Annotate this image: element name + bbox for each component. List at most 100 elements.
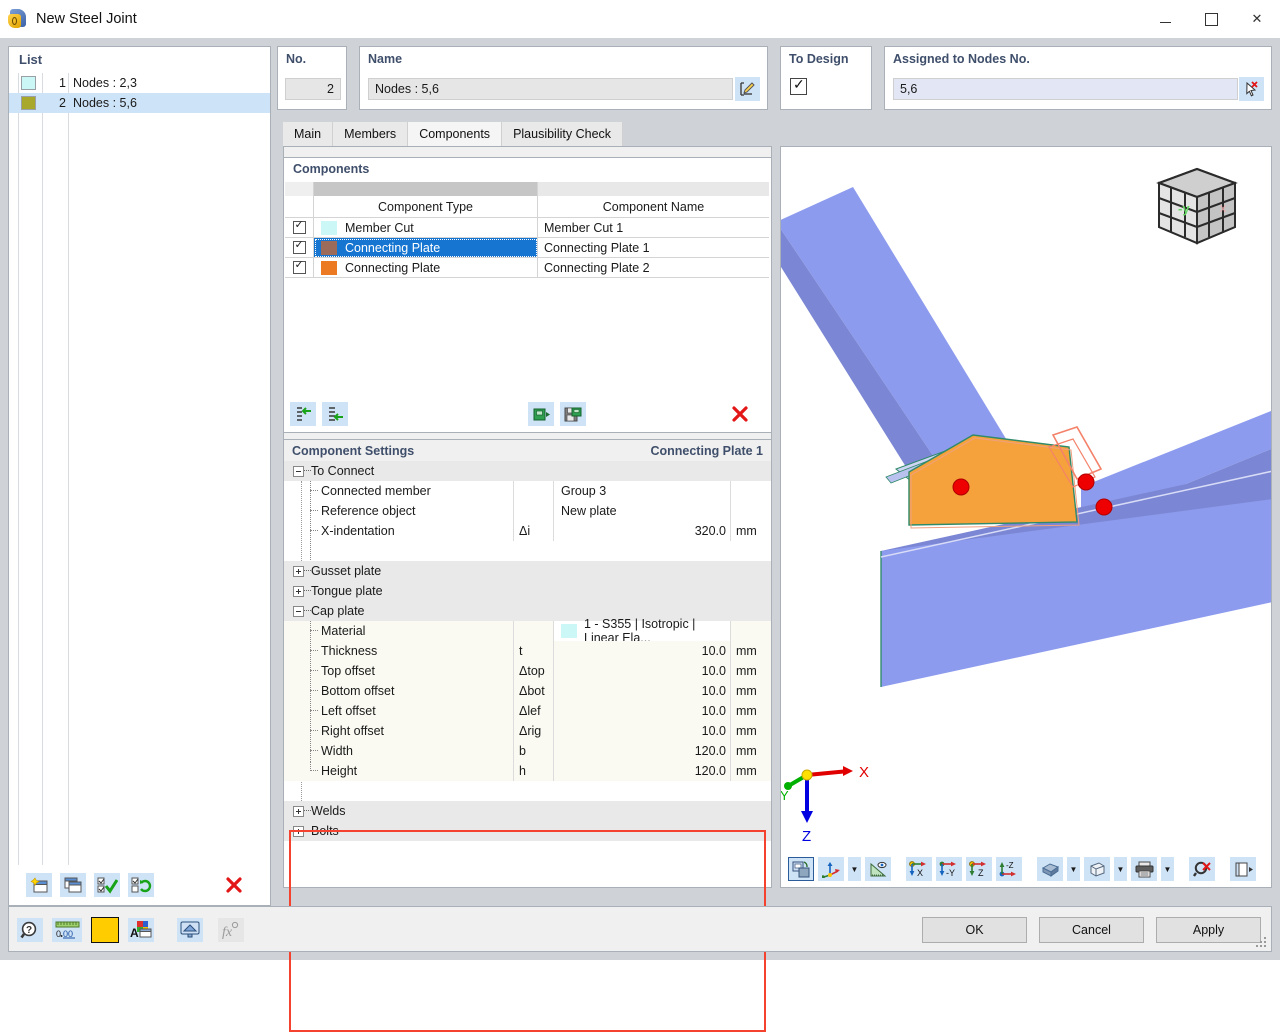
expand-icon[interactable] <box>293 825 304 837</box>
property-value[interactable]: 120.0 <box>553 761 730 781</box>
steel-joint-icon <box>8 8 30 30</box>
list-item[interactable]: 1 Nodes : 2,3 <box>9 73 270 93</box>
property-value[interactable]: 320.0 <box>553 521 730 541</box>
property-row[interactable]: Bottom offset Δbot 10.0 mm <box>284 681 771 701</box>
to-design-checkbox[interactable] <box>790 76 807 95</box>
property-group-gusset-plate[interactable]: Gusset plate <box>284 561 771 581</box>
property-group-to-connect[interactable]: To Connect <box>284 461 771 481</box>
property-row[interactable]: Width b 120.0 mm <box>284 741 771 761</box>
pick-nodes-icon[interactable] <box>1239 77 1264 101</box>
chevron-down-icon[interactable]: ▼ <box>1114 857 1127 881</box>
component-color-swatch <box>321 240 337 255</box>
property-value[interactable]: 10.0 <box>553 661 730 681</box>
row-checkbox[interactable] <box>285 258 314 278</box>
row-component-name[interactable]: Connecting Plate 1 <box>538 238 769 258</box>
property-value[interactable]: 10.0 <box>553 721 730 741</box>
property-row[interactable]: Right offset Δrig 10.0 mm <box>284 721 771 741</box>
copy-joint-button[interactable] <box>60 873 86 897</box>
collapse-icon[interactable] <box>293 605 304 617</box>
indent-icon[interactable] <box>322 402 348 426</box>
tab-plausibility-check[interactable]: Plausibility Check <box>502 122 624 146</box>
new-joint-button[interactable] <box>26 873 52 897</box>
list-item[interactable]: 2 Nodes : 5,6 <box>9 93 270 113</box>
color-letter-icon[interactable]: A <box>128 918 154 942</box>
edit-name-icon[interactable] <box>735 77 760 101</box>
property-value[interactable]: Group 3 <box>553 481 730 501</box>
property-row[interactable]: Left offset Δlef 10.0 mm <box>284 701 771 721</box>
property-group-bolts[interactable]: Bolts <box>284 821 771 841</box>
property-value[interactable]: 120.0 <box>553 741 730 761</box>
panel-expand-icon[interactable] <box>1230 857 1256 881</box>
expand-icon[interactable] <box>293 585 304 597</box>
property-group-tongue-plate[interactable]: Tongue plate <box>284 581 771 601</box>
table-row[interactable]: Connecting Plate Connecting Plate 2 <box>285 258 769 278</box>
number-input[interactable]: 2 <box>285 78 341 100</box>
select-all-button[interactable] <box>94 873 120 897</box>
import-icon[interactable] <box>528 402 554 426</box>
invert-selection-button[interactable] <box>128 873 154 897</box>
screen-icon[interactable] <box>177 918 203 942</box>
property-value[interactable]: 1 - S355 | Isotropic | Linear Ela... <box>553 617 730 645</box>
apply-button[interactable]: Apply <box>1156 917 1261 943</box>
units-0-00-icon[interactable]: 0 00 <box>52 918 82 942</box>
row-component-type[interactable]: Connecting Plate <box>314 238 538 258</box>
property-group-welds[interactable]: Welds <box>284 801 771 821</box>
property-row[interactable]: Thickness t 10.0 mm <box>284 641 771 661</box>
expand-icon[interactable] <box>293 805 304 817</box>
delete-joint-button[interactable] <box>221 873 247 897</box>
expand-icon[interactable] <box>293 565 304 577</box>
resize-grip[interactable] <box>1256 937 1268 949</box>
joint-3d-canvas[interactable]: -y x X Z Y <box>781 147 1271 847</box>
chevron-down-icon[interactable]: ▼ <box>1161 857 1174 881</box>
property-value[interactable]: New plate <box>553 501 730 521</box>
close-button[interactable]: ✕ <box>1234 0 1280 38</box>
view-negz-icon[interactable]: -Z <box>996 857 1022 881</box>
tab-components[interactable]: Components <box>408 122 503 146</box>
solid-shade-icon[interactable] <box>1037 857 1063 881</box>
row-checkbox[interactable] <box>285 238 314 258</box>
view-negy-icon[interactable]: -Y <box>936 857 962 881</box>
view-x-icon[interactable]: X <box>906 857 932 881</box>
cancel-button[interactable]: Cancel <box>1039 917 1144 943</box>
property-row[interactable]: Connected member Group 3 <box>284 481 771 501</box>
assigned-nodes-input[interactable]: 5,6 <box>893 78 1238 100</box>
collapse-icon[interactable] <box>293 465 304 477</box>
ruler-eye-icon[interactable] <box>865 857 891 881</box>
save-icon[interactable] <box>560 402 586 426</box>
row-component-type[interactable]: Connecting Plate <box>314 258 538 278</box>
render-mode-button[interactable] <box>788 857 814 881</box>
maximize-button[interactable] <box>1188 0 1234 38</box>
property-row[interactable]: Height h 120.0 mm <box>284 761 771 781</box>
chevron-down-icon[interactable]: ▼ <box>1067 857 1080 881</box>
chevron-down-icon[interactable]: ▼ <box>848 857 861 881</box>
tab-members[interactable]: Members <box>333 122 409 146</box>
question-magnifier-icon[interactable]: ? <box>17 918 43 942</box>
name-input[interactable]: Nodes : 5,6 <box>368 78 733 100</box>
property-row[interactable]: Reference object New plate <box>284 501 771 521</box>
ok-button[interactable]: OK <box>922 917 1027 943</box>
joint-3d-viewport[interactable]: -y x X Z Y ▼ X <box>780 146 1272 888</box>
property-row[interactable]: Top offset Δtop 10.0 mm <box>284 661 771 681</box>
property-row[interactable]: Material 1 - S355 | Isotropic | Linear E… <box>284 617 771 645</box>
outdent-icon[interactable] <box>290 402 316 426</box>
axis-icon[interactable] <box>818 857 844 881</box>
delete-component-button[interactable] <box>727 402 753 426</box>
row-checkbox[interactable] <box>285 218 314 238</box>
printer-icon[interactable] <box>1131 857 1157 881</box>
table-row[interactable]: Connecting Plate Connecting Plate 1 <box>285 238 769 258</box>
row-component-name[interactable]: Connecting Plate 2 <box>538 258 769 278</box>
property-value[interactable]: 10.0 <box>553 641 730 661</box>
property-row[interactable]: X-indentation Δi 320.0 mm <box>284 521 771 541</box>
row-component-name[interactable]: Member Cut 1 <box>538 218 769 238</box>
minimize-button[interactable] <box>1142 0 1188 38</box>
wireframe-cube-icon[interactable] <box>1084 857 1110 881</box>
view-z-icon[interactable]: Z <box>966 857 992 881</box>
tab-main[interactable]: Main <box>283 122 334 146</box>
row-component-type[interactable]: Member Cut <box>314 218 538 238</box>
property-value[interactable]: 10.0 <box>553 701 730 721</box>
zoom-cancel-icon[interactable] <box>1189 857 1215 881</box>
yellow-color-swatch-icon[interactable] <box>91 917 119 943</box>
property-unit: mm <box>730 701 771 721</box>
property-value[interactable]: 10.0 <box>553 681 730 701</box>
table-row[interactable]: Member Cut Member Cut 1 <box>285 218 769 238</box>
